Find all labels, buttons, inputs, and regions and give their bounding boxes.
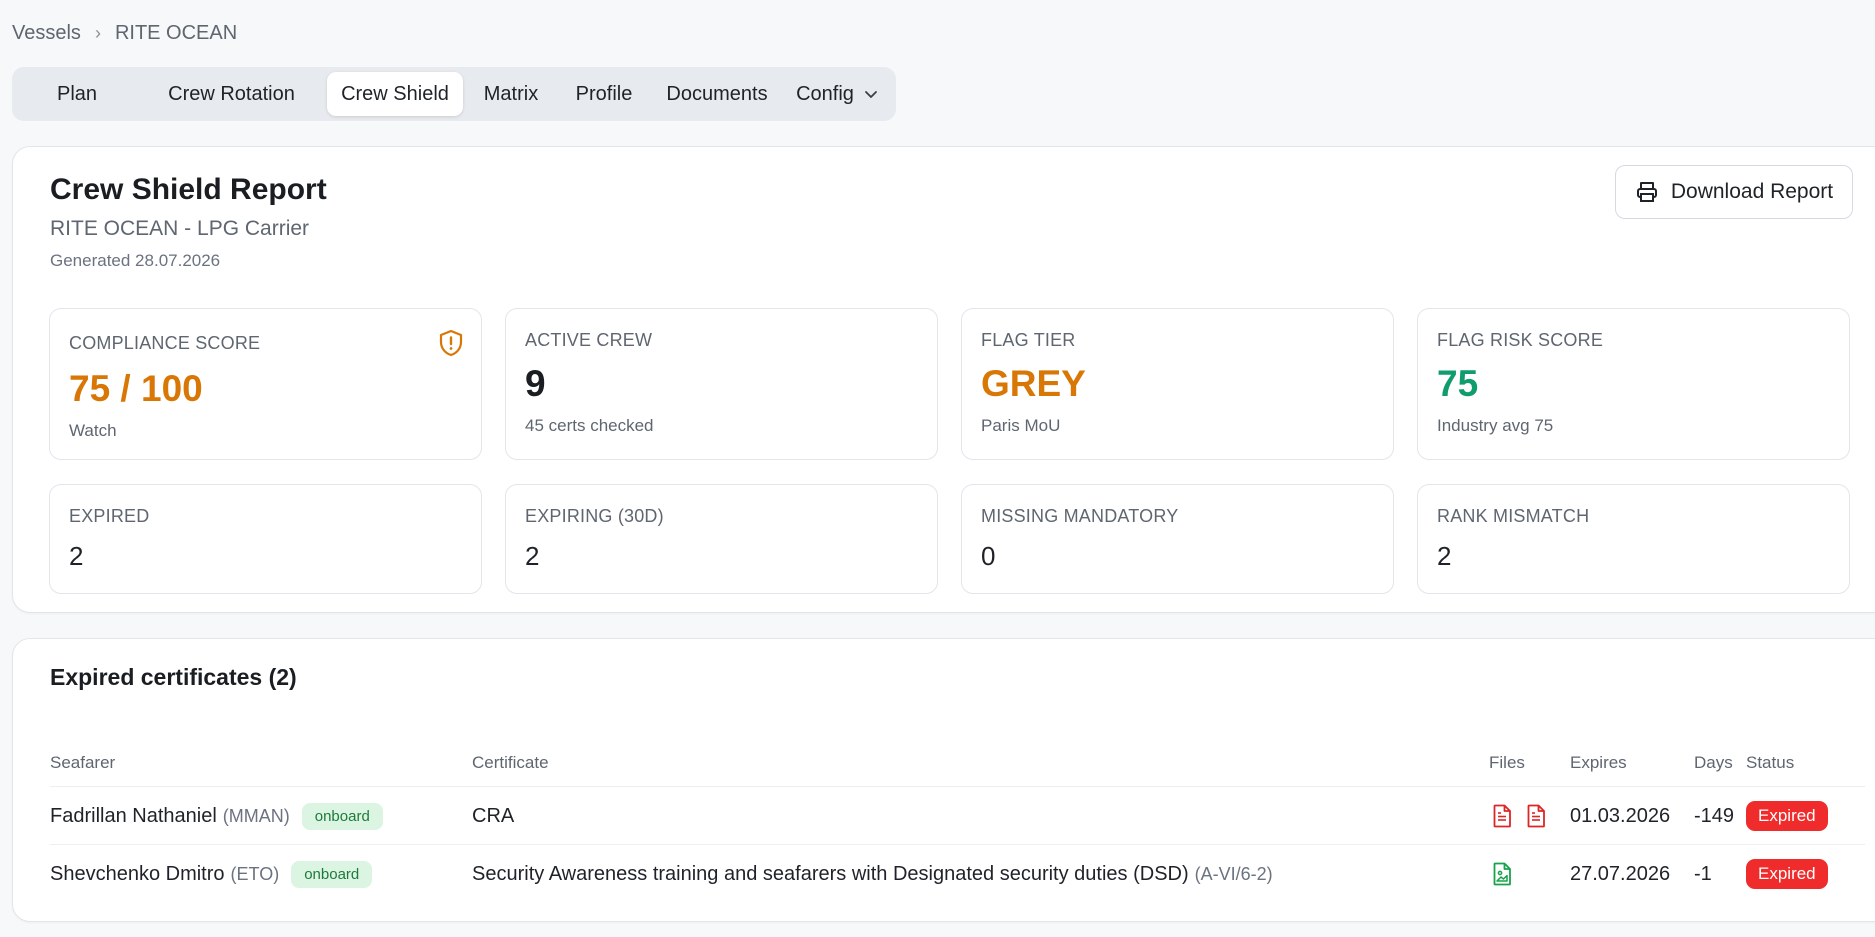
onboard-badge: onboard [301,802,383,830]
status-cell: Expired [1746,846,1828,902]
expiring-count-card: EXPIRING (30D) 2 [505,484,938,594]
tab-config[interactable]: Config [785,72,889,116]
printer-icon [1636,182,1657,202]
tab-crew-rotation[interactable]: Crew Rotation [136,72,327,116]
tab-crew-shield[interactable]: Crew Shield [327,72,463,116]
pdf-file-icon[interactable] [1526,804,1546,828]
breadcrumb: Vessels › RITE OCEAN [12,22,237,45]
seafarer-cell: Fadrillan Nathaniel (MMAN) onboard [50,788,383,844]
flag-tier-note: Paris MoU [981,416,1061,435]
table-row-divider [50,844,1865,845]
table-header-divider [50,786,1865,787]
tab-plan[interactable]: Plan [18,72,136,116]
tab-matrix[interactable]: Matrix [463,72,559,116]
download-report-button[interactable]: Download Report [1615,165,1853,219]
seafarer-rank: (MMAN) [222,805,290,826]
status-cell: Expired [1746,788,1828,844]
flag-risk-score-label: FLAG RISK SCORE [1437,330,1604,350]
expiring-count-label: EXPIRING (30D) [525,506,664,526]
seafarer-rank: (ETO) [230,863,280,884]
flag-tier-label: FLAG TIER [981,330,1076,350]
expired-certificates-card: Expired certificates (2) Seafarer Certif… [12,638,1875,922]
expired-certificates-title: Expired certificates (2) [50,664,297,690]
flag-risk-score-card: FLAG RISK SCORE 75 Industry avg 75 [1417,308,1850,460]
breadcrumb-current: RITE OCEAN [114,22,238,44]
expiring-count-value: 2 [525,541,540,571]
flag-risk-score-value: 75 [1437,363,1479,404]
compliance-score-card: COMPLIANCE SCORE 75 / 100 Watch [49,308,482,460]
crew-shield-report-card: Crew Shield Report RITE OCEAN - LPG Carr… [12,146,1875,613]
column-header-days[interactable]: Days [1694,753,1733,773]
certificate-code: (A-VI/6-2) [1194,863,1273,884]
report-generated-date: Generated 28.07.2026 [50,251,221,270]
certificate-name: CRA [472,804,515,827]
seafarer-name[interactable]: Fadrillan Nathaniel [50,805,217,828]
compliance-score-status: Watch [69,421,117,440]
active-crew-card: ACTIVE CREW 9 45 certs checked [505,308,938,460]
days-value: -1 [1694,862,1712,885]
days-value: -149 [1694,804,1735,827]
report-subtitle: RITE OCEAN - LPG Carrier [50,217,310,240]
active-crew-note: 45 certs checked [525,416,654,435]
pdf-file-icon[interactable] [1492,804,1512,828]
column-header-files[interactable]: Files [1489,753,1525,773]
expired-count-label: EXPIRED [69,506,150,526]
flag-tier-card: FLAG TIER GREY Paris MoU [961,308,1394,460]
report-title: Crew Shield Report [50,173,327,206]
status-badge: Expired [1746,859,1828,889]
column-header-status[interactable]: Status [1746,753,1794,773]
expires-date: 01.03.2026 [1570,804,1671,827]
rank-mismatch-label: RANK MISMATCH [1437,506,1590,526]
download-report-label: Download Report [1670,180,1834,203]
column-header-certificate[interactable]: Certificate [472,753,549,773]
expired-count-card: EXPIRED 2 [49,484,482,594]
compliance-score-value: 75 / 100 [69,368,203,409]
seafarer-cell: Shevchenko Dmitro (ETO) onboard [50,846,373,902]
tab-profile[interactable]: Profile [559,72,649,116]
missing-mandatory-label: MISSING MANDATORY [981,506,1179,526]
certificate-name: Security Awareness training and seafarer… [472,862,1189,885]
column-header-expires[interactable]: Expires [1570,753,1627,773]
active-crew-label: ACTIVE CREW [525,330,653,350]
compliance-score-label: COMPLIANCE SCORE [69,333,261,353]
flag-risk-score-note: Industry avg 75 [1437,416,1554,435]
tab-documents[interactable]: Documents [649,72,785,116]
files-cell [1492,788,1546,844]
expired-count-value: 2 [69,541,84,571]
tab-bar: Plan Crew Rotation Crew Shield Matrix Pr… [12,67,896,121]
image-file-icon[interactable] [1492,862,1512,886]
rank-mismatch-card: RANK MISMATCH 2 [1417,484,1850,594]
flag-tier-value: GREY [981,363,1086,404]
missing-mandatory-card: MISSING MANDATORY 0 [961,484,1394,594]
rank-mismatch-value: 2 [1437,541,1452,571]
certificate-cell: Security Awareness training and seafarer… [472,846,1273,902]
column-header-seafarer[interactable]: Seafarer [50,753,115,773]
tab-config-label: Config [796,82,854,105]
breadcrumb-vessels-link[interactable]: Vessels [12,22,81,45]
missing-mandatory-value: 0 [981,541,996,571]
expires-date: 27.07.2026 [1570,862,1671,885]
onboard-badge: onboard [291,860,373,888]
status-badge: Expired [1746,801,1828,831]
files-cell [1492,846,1512,902]
shield-alert-icon [439,329,463,357]
chevron-right-icon: › [94,23,101,43]
chevron-down-icon [865,91,877,98]
seafarer-name[interactable]: Shevchenko Dmitro [50,863,225,886]
active-crew-value: 9 [525,363,546,404]
